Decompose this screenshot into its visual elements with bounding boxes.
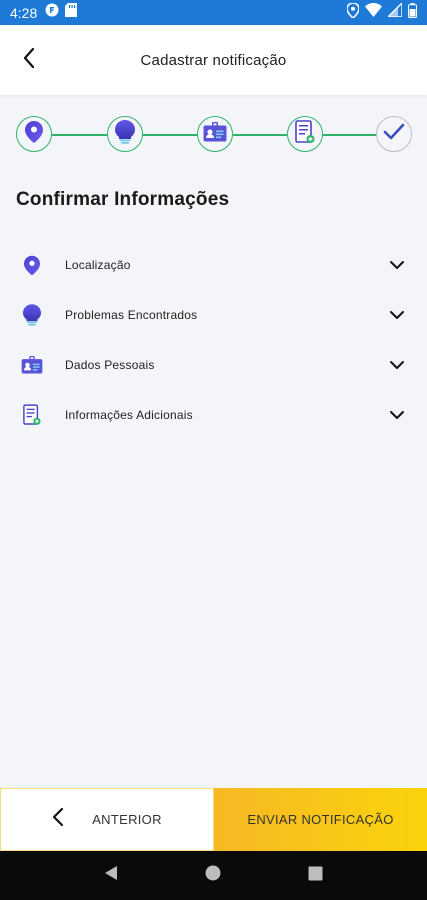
lightbulb-icon — [115, 119, 135, 149]
step-location[interactable] — [16, 116, 52, 152]
step-confirm[interactable] — [376, 116, 412, 152]
chevron-down-icon[interactable] — [387, 405, 407, 425]
checkmark-icon — [383, 123, 405, 146]
progress-stepper — [16, 116, 412, 154]
previous-button[interactable]: ANTERIOR — [0, 788, 214, 851]
step-connector — [52, 134, 107, 136]
step-connector — [233, 134, 287, 136]
previous-button-label: ANTERIOR — [92, 812, 162, 827]
nav-home-button[interactable] — [198, 861, 228, 891]
home-circle-icon — [205, 865, 221, 886]
status-time: 4:28 — [10, 4, 38, 21]
accordion-item-problems[interactable]: Problemas Encontrados — [0, 290, 427, 340]
step-connector — [143, 134, 197, 136]
status-bar: 4:28 — [0, 0, 427, 25]
back-triangle-icon — [104, 865, 118, 886]
battery-icon — [408, 2, 417, 23]
nav-recents-button[interactable] — [301, 861, 331, 891]
system-nav-bar — [0, 851, 427, 900]
app-header: Cadastrar notificação — [0, 25, 427, 95]
accordion-item-label: Dados Pessoais — [65, 358, 155, 372]
step-personal-data[interactable] — [197, 116, 233, 152]
accordion-item-label: Problemas Encontrados — [65, 308, 198, 322]
accordion-item-additional-info[interactable]: Informações Adicionais — [0, 390, 427, 440]
app-notification-icon — [45, 3, 59, 22]
section-title: Confirmar Informações — [16, 189, 230, 210]
bottom-action-bar: ANTERIOR ENVIAR NOTIFICAÇÃO — [0, 788, 427, 851]
accordion-item-personal-data[interactable]: Dados Pessoais — [0, 340, 427, 390]
chevron-left-icon — [52, 807, 64, 832]
wifi-icon — [365, 3, 382, 22]
step-additional-info[interactable] — [287, 116, 323, 152]
lightbulb-icon — [20, 303, 44, 327]
send-notification-label: ENVIAR NOTIFICAÇÃO — [247, 812, 394, 827]
nav-back-button[interactable] — [96, 861, 126, 891]
accordion-item-location[interactable]: Localização — [0, 240, 427, 290]
page-title: Cadastrar notificação — [140, 51, 287, 69]
recents-square-icon — [308, 866, 323, 886]
chevron-down-icon[interactable] — [387, 355, 407, 375]
signal-icon — [386, 1, 403, 22]
send-notification-button[interactable]: ENVIAR NOTIFICAÇÃO — [214, 788, 427, 851]
id-card-icon — [20, 353, 44, 377]
sd-card-icon — [65, 3, 78, 22]
accordion-item-label: Localização — [65, 258, 131, 272]
document-icon — [20, 403, 44, 427]
id-card-icon — [203, 121, 227, 147]
location-pin-icon — [20, 253, 44, 277]
step-connector — [323, 134, 378, 136]
step-problems[interactable] — [107, 116, 143, 152]
confirmation-accordion: Localização Problemas Encontrados Dados … — [0, 240, 427, 440]
chevron-left-icon — [22, 47, 36, 74]
back-button[interactable] — [12, 43, 46, 77]
accordion-item-label: Informações Adicionais — [65, 408, 193, 422]
chevron-down-icon[interactable] — [387, 255, 407, 275]
location-icon — [346, 1, 360, 23]
chevron-down-icon[interactable] — [387, 305, 407, 325]
location-pin-icon — [25, 120, 43, 148]
document-icon — [295, 119, 315, 149]
